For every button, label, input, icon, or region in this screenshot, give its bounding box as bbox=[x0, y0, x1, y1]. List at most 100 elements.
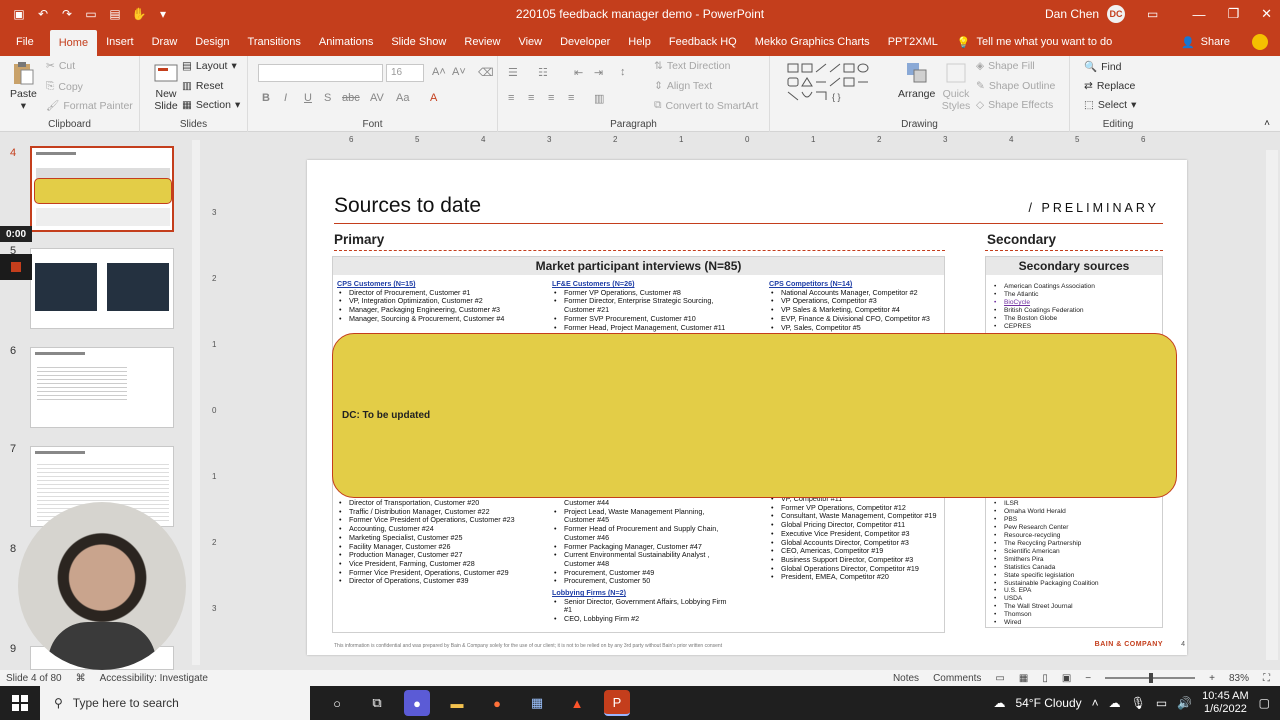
slide-canvas[interactable]: Sources to date / PRELIMINARY Primary Se… bbox=[307, 160, 1187, 655]
file-explorer-icon[interactable]: ▬ bbox=[444, 690, 470, 716]
slide-thumbnail-4[interactable] bbox=[30, 146, 174, 232]
slide-sorter-icon[interactable]: ▦ bbox=[1019, 673, 1028, 684]
numbering-icon[interactable]: ☷ bbox=[538, 66, 548, 79]
copy-button[interactable]: ⎘ Copy bbox=[46, 80, 83, 93]
weather[interactable]: 54°F Cloudy bbox=[1015, 696, 1081, 710]
shapes-gallery-icon[interactable]: { } bbox=[786, 62, 886, 106]
font-color-icon[interactable]: A bbox=[430, 92, 437, 104]
accessibility-status[interactable]: Accessibility: Investigate bbox=[100, 673, 208, 684]
strikethrough-icon[interactable]: abc bbox=[342, 92, 360, 104]
quick-styles-button[interactable]: Quick Styles bbox=[936, 60, 976, 112]
primary-heading[interactable]: Primary bbox=[334, 232, 384, 247]
tab-ppt2xml[interactable]: PPT2XML bbox=[879, 28, 947, 56]
minimize-icon[interactable]: — bbox=[1192, 7, 1205, 22]
firefox-icon[interactable]: ● bbox=[484, 690, 510, 716]
tab-view[interactable]: View bbox=[509, 28, 551, 56]
find-button[interactable]: 🔍 Find bbox=[1084, 60, 1122, 74]
italic-icon[interactable]: I bbox=[284, 92, 287, 104]
comments-button[interactable]: Comments bbox=[933, 673, 981, 684]
zoom-out-icon[interactable]: − bbox=[1085, 673, 1091, 684]
shadow-icon[interactable]: S bbox=[324, 92, 331, 104]
touch-mode-icon[interactable]: ✋ bbox=[130, 7, 148, 21]
align-left-icon[interactable]: ≡ bbox=[508, 92, 514, 104]
zoom-slider-thumb[interactable] bbox=[1149, 673, 1154, 683]
underline-icon[interactable]: U bbox=[304, 92, 312, 104]
share-button[interactable]: 👤 Share bbox=[1181, 28, 1230, 56]
clear-formatting-icon[interactable]: ⌫ bbox=[478, 66, 494, 79]
maximize-icon[interactable]: ❐ bbox=[1227, 6, 1239, 22]
text-direction-button[interactable]: ⇅ Text Direction bbox=[654, 60, 730, 72]
tab-draw[interactable]: Draw bbox=[143, 28, 187, 56]
tab-design[interactable]: Design bbox=[186, 28, 238, 56]
volume-icon[interactable]: 🔊 bbox=[1177, 696, 1192, 710]
replace-button[interactable]: ⇄ Replace bbox=[1084, 80, 1135, 92]
spelling-icon[interactable]: ⌘ bbox=[76, 673, 86, 684]
shape-fill-button[interactable]: ◈ Shape Fill bbox=[976, 60, 1035, 72]
powerpoint-icon[interactable]: P bbox=[604, 690, 630, 716]
format-painter-button[interactable]: 🖌 Format Painter bbox=[46, 99, 133, 113]
sticky-note-text[interactable]: DC: To be updated bbox=[342, 410, 430, 421]
change-case-icon[interactable]: Aa bbox=[396, 92, 409, 104]
tab-file[interactable]: File bbox=[0, 28, 50, 56]
redo-icon[interactable]: ↷ bbox=[58, 7, 76, 21]
onedrive-icon[interactable]: ☁ bbox=[1109, 696, 1121, 710]
microphone-icon[interactable]: 🎙 bbox=[1131, 696, 1146, 710]
task-view-icon[interactable]: ⧉ bbox=[364, 690, 390, 716]
slide-thumbnail-6[interactable] bbox=[30, 347, 174, 428]
ribbon-display-options-icon[interactable]: ▭ bbox=[1147, 7, 1158, 21]
notifications-icon[interactable]: ▢ bbox=[1259, 696, 1270, 710]
brave-icon[interactable]: ▲ bbox=[564, 690, 590, 716]
tab-insert[interactable]: Insert bbox=[97, 28, 143, 56]
shape-effects-button[interactable]: ◇ Shape Effects bbox=[976, 99, 1053, 111]
calculator-icon[interactable]: ▦ bbox=[524, 690, 550, 716]
character-spacing-icon[interactable]: AV bbox=[370, 92, 384, 104]
record-button[interactable] bbox=[0, 254, 32, 280]
slide-title[interactable]: Sources to date bbox=[334, 194, 481, 218]
new-slide-button[interactable]: New Slide bbox=[146, 60, 186, 112]
cortana-icon[interactable]: ○ bbox=[324, 690, 350, 716]
clock[interactable]: 10:45 AM 1/6/2022 bbox=[1202, 690, 1248, 716]
increase-font-icon[interactable]: A˄ bbox=[432, 66, 446, 78]
increase-indent-icon[interactable]: ⇥ bbox=[594, 66, 603, 79]
shape-outline-button[interactable]: ✎ Shape Outline bbox=[976, 80, 1055, 92]
fit-to-window-icon[interactable]: ⛶ bbox=[1263, 673, 1270, 684]
user-account[interactable]: Dan Chen DC ▭ bbox=[1045, 0, 1158, 28]
decrease-font-icon[interactable]: A˅ bbox=[452, 66, 466, 78]
feedback-smiley-icon[interactable] bbox=[1252, 34, 1268, 50]
bullets-icon[interactable]: ☰ bbox=[508, 66, 518, 79]
tab-feedback-hq[interactable]: Feedback HQ bbox=[660, 28, 746, 56]
tab-slide-show[interactable]: Slide Show bbox=[382, 28, 455, 56]
tell-me-box[interactable]: 💡 Tell me what you want to do bbox=[947, 36, 1112, 49]
justify-icon[interactable]: ≡ bbox=[568, 92, 574, 104]
network-icon[interactable]: ▭ bbox=[1156, 696, 1167, 710]
undo-icon[interactable]: ↶ bbox=[34, 7, 52, 21]
decrease-indent-icon[interactable]: ⇤ bbox=[574, 66, 583, 79]
customize-qat-icon[interactable]: ▾ bbox=[154, 7, 172, 21]
thumbnail-scrollbar[interactable] bbox=[192, 140, 200, 665]
align-text-button[interactable]: ⇕ Align Text bbox=[654, 80, 712, 92]
secondary-heading[interactable]: Secondary bbox=[987, 232, 1056, 247]
reset-button[interactable]: ▥ Reset bbox=[182, 80, 223, 92]
zoom-in-icon[interactable]: + bbox=[1209, 673, 1215, 684]
section-button[interactable]: ▦ Section ▾ bbox=[182, 99, 240, 111]
arrange-button[interactable]: Arrange bbox=[898, 60, 935, 100]
avatar[interactable]: DC bbox=[1107, 5, 1126, 23]
close-icon[interactable]: ✕ bbox=[1261, 6, 1272, 22]
tab-developer[interactable]: Developer bbox=[551, 28, 619, 56]
chevron-up-icon[interactable]: ˄ bbox=[1092, 696, 1099, 710]
bold-icon[interactable]: B bbox=[262, 92, 270, 104]
align-right-icon[interactable]: ≡ bbox=[548, 92, 554, 104]
slide-thumbnail-5[interactable] bbox=[30, 248, 174, 329]
sticky-note[interactable]: DC: To be updated bbox=[332, 333, 1177, 498]
tab-help[interactable]: Help bbox=[619, 28, 660, 56]
slideshow-icon[interactable]: ▣ bbox=[1062, 673, 1071, 684]
zoom-slider[interactable] bbox=[1105, 673, 1196, 683]
zoom-level[interactable]: 83% bbox=[1229, 673, 1249, 684]
tab-animations[interactable]: Animations bbox=[310, 28, 382, 56]
cut-button[interactable]: ✂ Cut bbox=[46, 60, 75, 72]
start-from-beginning-icon[interactable]: ▭ bbox=[82, 7, 100, 21]
reading-view-icon[interactable]: ▯ bbox=[1042, 673, 1048, 684]
notes-button[interactable]: Notes bbox=[893, 673, 919, 684]
editor-scrollbar[interactable] bbox=[1266, 150, 1278, 660]
tab-review[interactable]: Review bbox=[455, 28, 509, 56]
